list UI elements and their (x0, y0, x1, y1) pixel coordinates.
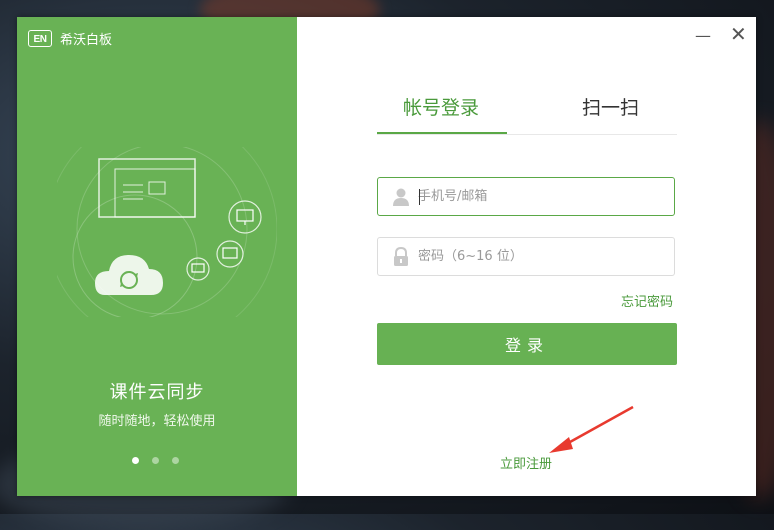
logo-badge: EN (28, 30, 52, 47)
login-tabs: 帐号登录 扫一扫 (377, 93, 677, 135)
promo-panel: EN 希沃白板 课件云同步 随时随地，轻松使用 (17, 17, 297, 496)
close-button[interactable]: ✕ (730, 22, 747, 46)
carousel-dot[interactable] (152, 457, 159, 464)
username-field[interactable] (377, 177, 675, 216)
text-caret (419, 189, 420, 205)
app-logo: EN 希沃白板 (28, 29, 112, 48)
minimize-button[interactable]: — (695, 26, 711, 45)
carousel-dot[interactable] (132, 457, 139, 464)
forgot-password-link[interactable]: 忘记密码 (621, 291, 673, 310)
app-name: 希沃白板 (60, 33, 113, 48)
login-window: EN 希沃白板 课件云同步 随时随地，轻松使用 — ✕ 帐号登录 扫一扫 手机号… (17, 17, 756, 496)
active-tab-indicator (377, 132, 507, 134)
cloud-sync-illustration (57, 147, 277, 317)
promo-subslogan: 随时随地，轻松使用 (98, 414, 216, 429)
password-input[interactable] (418, 238, 658, 275)
promo-slogan: 课件云同步 (109, 382, 205, 403)
lock-icon (394, 247, 408, 266)
carousel-dots (132, 457, 179, 464)
tab-account-login[interactable]: 帐号登录 (403, 93, 479, 120)
user-icon (393, 188, 409, 206)
register-link[interactable]: 立即注册 (500, 453, 552, 472)
password-field[interactable] (377, 237, 675, 276)
annotation-arrow (549, 405, 634, 453)
carousel-dot[interactable] (172, 457, 179, 464)
tab-scan-login[interactable]: 扫一扫 (582, 93, 639, 120)
username-input[interactable] (418, 178, 658, 215)
login-button[interactable]: 登录 (377, 323, 677, 365)
